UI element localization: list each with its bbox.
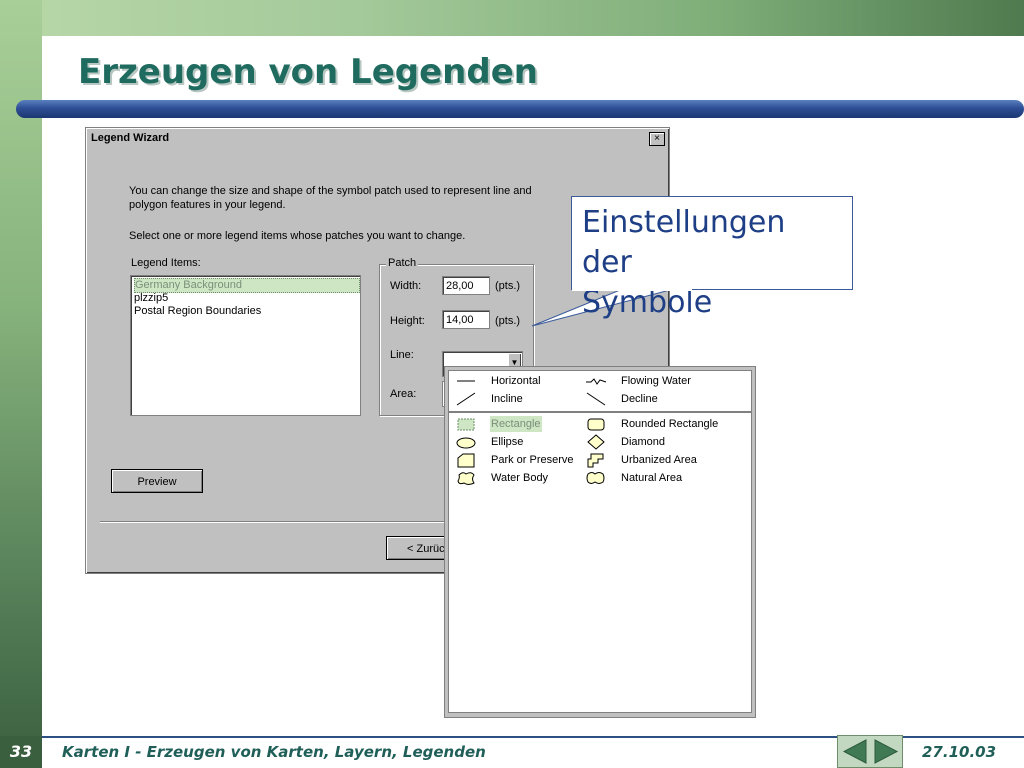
width-unit: (pts.)	[495, 280, 521, 292]
line-symbols-section: Horizontal Flowing Water Incline Decline	[449, 371, 751, 413]
symbol-label: Water Body	[491, 472, 549, 484]
legend-items-label: Legend Items:	[131, 257, 201, 269]
diamond-icon	[587, 434, 605, 450]
list-item[interactable]: plzzip5	[134, 292, 168, 305]
list-item[interactable]: Germany Background	[134, 278, 360, 293]
width-label: Width:	[390, 280, 422, 292]
preview-button[interactable]: Preview	[111, 469, 203, 493]
flowing-water-icon	[586, 378, 607, 385]
rectangle-icon	[457, 418, 475, 431]
dialog-title: Legend Wizard	[91, 132, 170, 144]
symbol-label: Diamond	[621, 436, 666, 448]
slide-number: 33	[0, 736, 42, 768]
patch-caption: Patch	[386, 257, 419, 269]
next-slide-icon[interactable]	[871, 738, 901, 765]
decline-line-icon	[586, 392, 606, 406]
symbol-label: Park or Preserve	[491, 454, 574, 466]
footer-title: Karten I - Erzeugen von Karten, Layern, …	[62, 743, 486, 761]
slide-title: Erzeugen von Legenden	[78, 52, 538, 92]
dialog-titlebar: Legend Wizard ×	[88, 130, 667, 148]
symbol-label: Natural Area	[621, 472, 683, 484]
symbol-label: Horizontal	[491, 375, 541, 387]
callout-box: Einstellungen der Symbole	[571, 196, 853, 320]
symbol-palette[interactable]: Horizontal Flowing Water Incline Decline…	[444, 366, 756, 718]
symbol-label: Rectangle	[490, 416, 542, 432]
title-rule	[16, 100, 1024, 118]
height-unit: (pts.)	[495, 315, 521, 327]
title-rule-shadow	[42, 118, 1024, 124]
slide-date: 27.10.03	[922, 743, 997, 761]
height-input[interactable]: 14,00	[442, 310, 490, 329]
previous-slide-icon[interactable]	[840, 738, 870, 765]
ellipse-icon	[456, 437, 476, 449]
callout-line-1: Einstellungen der	[582, 205, 786, 280]
palette-scrollbar[interactable]	[448, 713, 752, 717]
symbol-label: Decline	[621, 393, 658, 405]
slide-top-bar	[0, 0, 1024, 36]
urbanized-icon	[587, 453, 604, 468]
symbol-label: Rounded Rectangle	[621, 418, 719, 430]
water-body-icon	[457, 472, 475, 485]
symbol-label: Flowing Water	[621, 375, 691, 387]
symbol-label: Urbanized Area	[621, 454, 697, 466]
symbol-palette-list[interactable]: Horizontal Flowing Water Incline Decline…	[448, 370, 752, 713]
select-instruction: Select one or more legend items whose pa…	[129, 230, 466, 242]
line-label: Line:	[390, 349, 414, 361]
symbol-label: Incline	[491, 393, 523, 405]
height-label: Height:	[390, 315, 425, 327]
intro-line-1: You can change the size and shape of the…	[129, 185, 532, 197]
list-item[interactable]: Postal Region Boundaries	[134, 305, 261, 318]
horizontal-line-icon	[457, 380, 475, 382]
area-label: Area:	[390, 388, 417, 400]
intro-text: You can change the size and shape of the…	[129, 184, 569, 212]
legend-items-list[interactable]: Germany Background plzzip5 Postal Region…	[130, 275, 361, 416]
callout-pointer-join	[572, 288, 692, 291]
park-icon	[457, 453, 475, 468]
incline-line-icon	[456, 392, 476, 406]
symbol-label: Ellipse	[491, 436, 524, 448]
width-input[interactable]: 28,00	[442, 276, 490, 295]
slide-navigation	[837, 735, 903, 768]
natural-area-icon	[586, 472, 605, 484]
intro-line-2: polygon features in your legend.	[129, 199, 286, 211]
rounded-rectangle-icon	[587, 418, 605, 431]
close-button[interactable]: ×	[649, 132, 665, 146]
